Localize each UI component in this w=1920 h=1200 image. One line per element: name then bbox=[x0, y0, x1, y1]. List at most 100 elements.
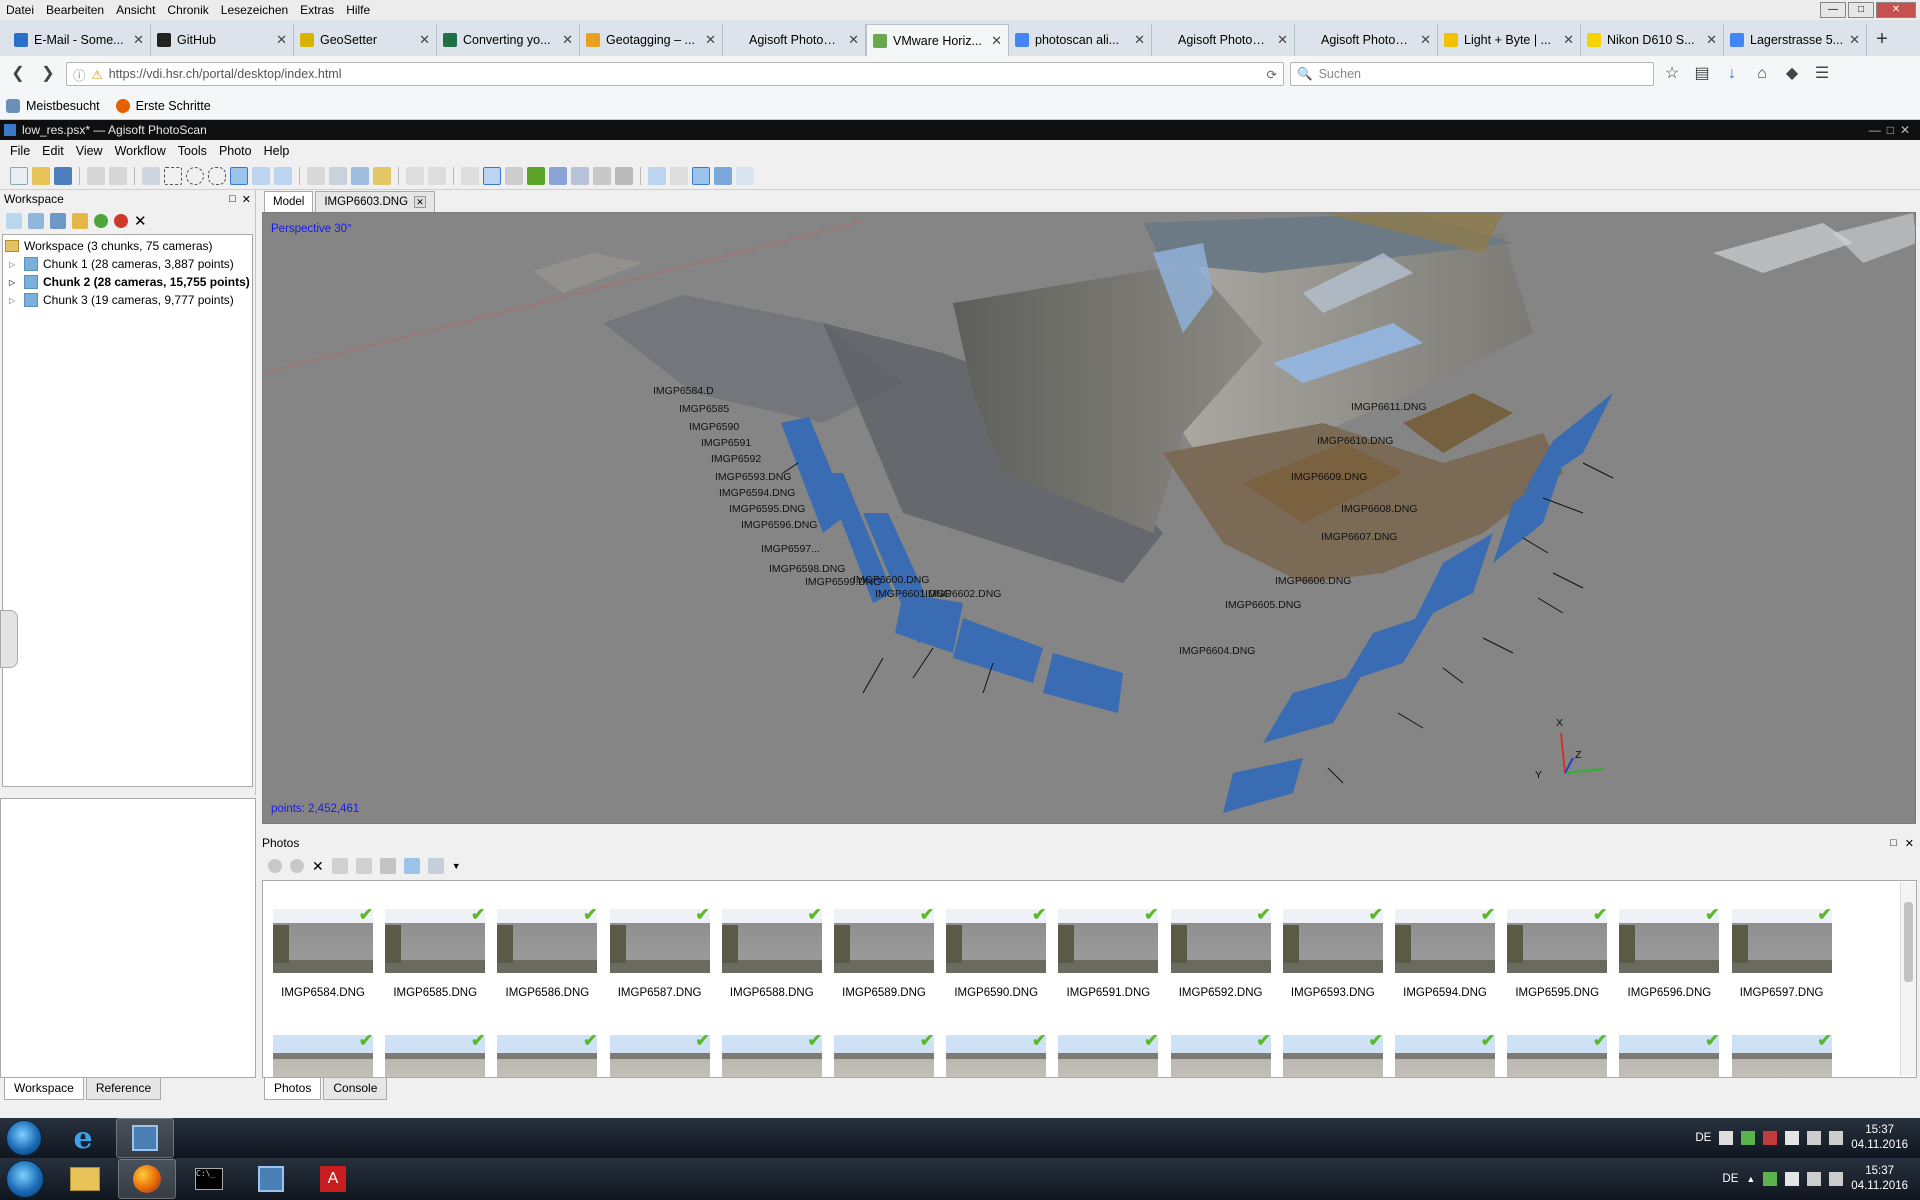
reset-filter-icon[interactable] bbox=[403, 858, 420, 874]
camera-label[interactable]: IMGP6584.D bbox=[653, 385, 714, 397]
camera-label[interactable]: IMGP6611.DNG bbox=[1351, 401, 1427, 413]
photo-thumbnail[interactable]: ✔ IMGP6594.DNG bbox=[1395, 905, 1495, 999]
browser-tab[interactable]: Agisoft PhotoSca... ✕ bbox=[1295, 24, 1438, 56]
network-share-icon[interactable] bbox=[1741, 1131, 1756, 1145]
tab-model[interactable]: Model bbox=[264, 191, 314, 212]
delete-selection-icon[interactable] bbox=[406, 166, 424, 185]
bookmark-erste-schritte[interactable]: Erste Schritte bbox=[115, 98, 211, 113]
point-cloud-icon[interactable] bbox=[483, 166, 501, 185]
menu-file[interactable]: File bbox=[4, 144, 36, 158]
menu-lesezeichen[interactable]: Lesezeichen bbox=[215, 3, 294, 17]
network-icon[interactable] bbox=[1807, 1172, 1822, 1186]
show-camera-labels-icon[interactable] bbox=[648, 166, 666, 185]
camera-label[interactable]: IMGP6609.DNG bbox=[1291, 471, 1367, 483]
ps-maximize-button[interactable]: □ bbox=[1887, 123, 1894, 137]
view-mode-icon[interactable] bbox=[427, 858, 444, 874]
navigation-cursor-icon[interactable] bbox=[142, 166, 160, 185]
video-app-icon[interactable] bbox=[242, 1159, 300, 1199]
pane-close-icon[interactable]: ✕ bbox=[242, 193, 251, 206]
photoscan-taskbar-icon[interactable] bbox=[116, 1118, 174, 1158]
camera-label[interactable]: IMGP6596.DNG bbox=[741, 519, 817, 531]
add-folder-icon[interactable] bbox=[50, 213, 66, 229]
command-prompt-icon[interactable]: C:\_ bbox=[180, 1159, 238, 1199]
photo-thumbnail[interactable]: ✔ bbox=[1282, 1031, 1383, 1077]
menu-workflow[interactable]: Workflow bbox=[109, 144, 172, 158]
minimize-button[interactable]: — bbox=[1820, 2, 1846, 18]
move-region-icon[interactable] bbox=[230, 166, 248, 185]
add-chunk-icon[interactable] bbox=[6, 213, 22, 229]
close-tab-icon[interactable]: ✕ bbox=[133, 32, 144, 48]
camera-frustum[interactable] bbox=[1223, 758, 1303, 813]
undock-icon[interactable]: □ bbox=[1890, 837, 1897, 850]
camera-label[interactable]: IMGP6595.DNG bbox=[729, 503, 805, 515]
url-bar[interactable]: ⓘ ⚠ https://vdi.hsr.ch/portal/desktop/in… bbox=[66, 62, 1284, 86]
close-tab-icon[interactable]: ✕ bbox=[562, 32, 573, 48]
forward-icon[interactable]: ❯ bbox=[36, 62, 60, 86]
photo-thumbnail[interactable]: ✔ bbox=[1395, 1031, 1495, 1077]
workspace-root[interactable]: Workspace (3 chunks, 75 cameras) bbox=[5, 237, 250, 255]
chunk-item-1[interactable]: ▷ Chunk 1 (28 cameras, 3,887 points) bbox=[5, 255, 250, 273]
scroll-thumb[interactable] bbox=[1904, 902, 1913, 982]
undock-icon[interactable]: □ bbox=[229, 193, 236, 206]
hamburger-menu-icon[interactable]: ☰ bbox=[1810, 62, 1834, 86]
close-tab-icon[interactable]: ✕ bbox=[1277, 32, 1288, 48]
start-button[interactable] bbox=[6, 1160, 44, 1198]
menu-ansicht[interactable]: Ansicht bbox=[110, 3, 161, 17]
maximize-button[interactable]: □ bbox=[1848, 2, 1874, 18]
photo-thumbnail[interactable]: ✔ IMGP6591.DNG bbox=[1058, 905, 1159, 999]
crop-selection-icon[interactable] bbox=[428, 166, 446, 185]
photo-thumbnail[interactable]: ✔ IMGP6586.DNG bbox=[497, 905, 598, 999]
photo-thumbnail[interactable]: ✔ IMGP6589.DNG bbox=[834, 905, 934, 999]
bookmark-meistbesucht[interactable]: Meistbesucht bbox=[6, 98, 100, 113]
volume-icon[interactable] bbox=[1829, 1131, 1844, 1145]
model-textured-icon[interactable] bbox=[593, 166, 611, 185]
close-tab-icon[interactable]: ✕ bbox=[1563, 32, 1574, 48]
pane-close-icon[interactable]: ✕ bbox=[1905, 837, 1914, 850]
model-solid-icon[interactable] bbox=[549, 166, 567, 185]
close-tab-icon[interactable]: ✕ bbox=[1420, 32, 1431, 48]
photo-thumbnail[interactable]: ✔ IMGP6590.DNG bbox=[946, 905, 1047, 999]
tab-photos[interactable]: Photos bbox=[264, 1078, 322, 1100]
start-button[interactable] bbox=[6, 1120, 42, 1156]
disable-cameras-icon[interactable] bbox=[114, 214, 128, 228]
rotate-left-icon[interactable] bbox=[331, 858, 348, 874]
show-cameras-icon[interactable] bbox=[461, 166, 479, 185]
expand-icon[interactable]: ▷ bbox=[9, 296, 19, 305]
photo-thumbnail[interactable]: ✔ bbox=[1507, 1031, 1608, 1077]
photo-thumbnail[interactable]: ✔ IMGP6595.DNG bbox=[1507, 905, 1608, 999]
reading-list-icon[interactable]: ▤ bbox=[1690, 62, 1714, 86]
model-viewport[interactable]: Perspective 30° points: 2,452,461 X Y Z … bbox=[262, 212, 1916, 824]
camera-frustum[interactable] bbox=[895, 593, 963, 653]
ruler-icon[interactable] bbox=[373, 166, 391, 185]
menu-bearbeiten[interactable]: Bearbeiten bbox=[40, 3, 110, 17]
flag-icon[interactable] bbox=[1785, 1172, 1800, 1186]
close-tab-icon[interactable]: ✕ bbox=[1134, 32, 1145, 48]
close-tab-icon[interactable]: ✕ bbox=[1706, 32, 1717, 48]
move-object-icon[interactable] bbox=[307, 166, 325, 185]
flag-icon[interactable] bbox=[1785, 1131, 1800, 1145]
expand-icon[interactable]: ▷ bbox=[9, 278, 19, 287]
camera-label[interactable]: IMGP6610.DNG bbox=[1317, 435, 1393, 447]
expand-icon[interactable]: ▷ bbox=[9, 260, 19, 269]
acrobat-icon[interactable]: A bbox=[304, 1159, 362, 1199]
dense-cloud-icon[interactable] bbox=[505, 166, 523, 185]
browser-tab[interactable]: E-Mail - Some... ✕ bbox=[8, 24, 151, 56]
model-shaded-icon[interactable] bbox=[527, 166, 545, 185]
browser-tab[interactable]: GeoSetter ✕ bbox=[294, 24, 437, 56]
clock[interactable]: 15:37 04.11.2016 bbox=[1851, 1123, 1908, 1153]
photo-thumbnail[interactable]: ✔ bbox=[834, 1031, 934, 1077]
show-hidden-icons[interactable]: ▲ bbox=[1746, 1174, 1755, 1184]
menu-hilfe[interactable]: Hilfe bbox=[340, 3, 376, 17]
menu-edit[interactable]: Edit bbox=[36, 144, 70, 158]
menu-view[interactable]: View bbox=[70, 144, 109, 158]
resize-region-icon[interactable] bbox=[252, 166, 270, 185]
photo-thumbnail[interactable]: ✔ IMGP6597.DNG bbox=[1731, 905, 1832, 999]
camera-frustum[interactable] bbox=[1343, 613, 1433, 683]
sync-icon[interactable] bbox=[1763, 1172, 1778, 1186]
chunk-item-3[interactable]: ▷ Chunk 3 (19 cameras, 9,777 points) bbox=[5, 291, 250, 309]
enable-cameras-icon[interactable] bbox=[94, 214, 108, 228]
rotate-right-icon[interactable] bbox=[355, 858, 372, 874]
download-icon[interactable]: ↓ bbox=[1720, 62, 1744, 86]
side-splitter-handle[interactable] bbox=[0, 610, 18, 668]
bookmark-star-icon[interactable]: ☆ bbox=[1660, 62, 1684, 86]
